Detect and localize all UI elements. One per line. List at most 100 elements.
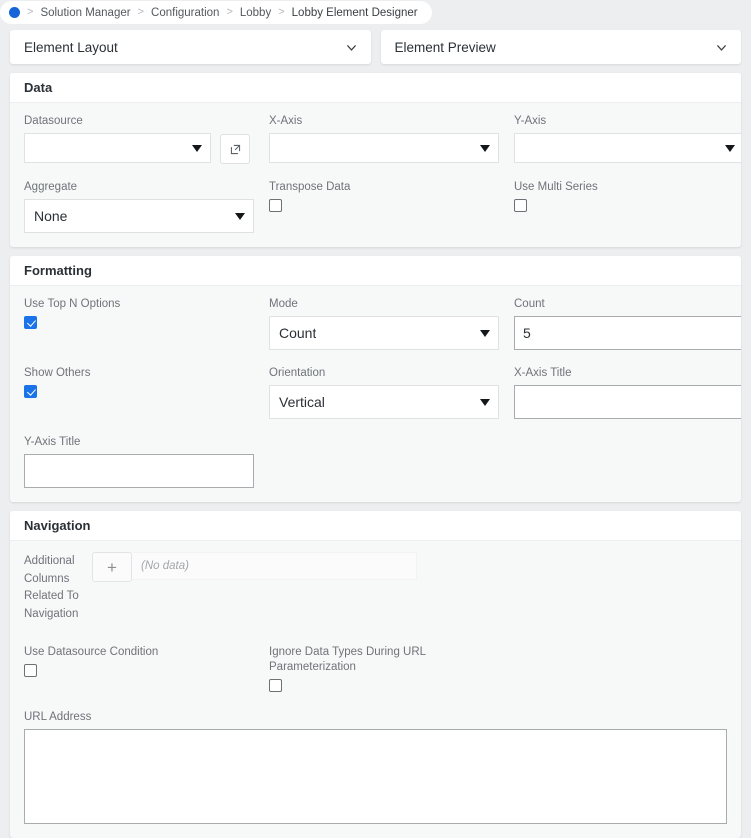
panel-header-row: Element Layout Element Preview [0, 24, 751, 64]
aggregate-select[interactable]: None [24, 199, 254, 233]
aggregate-value: None [34, 208, 67, 224]
chevron-down-icon [715, 41, 728, 54]
x-axis-select[interactable] [269, 133, 499, 163]
data-row-2: Aggregate None Transpose Data Use Multi … [24, 180, 727, 233]
formatting-row-1: Use Top N Options Mode Count Count 5 [24, 297, 727, 350]
aggregate-field: Aggregate None [24, 180, 254, 233]
show-others-field: Show Others [24, 366, 254, 419]
data-card-header: Data [10, 73, 741, 103]
chevron-down-icon [192, 145, 202, 152]
use-multi-series-field: Use Multi Series [514, 180, 741, 233]
data-card-title: Data [24, 80, 52, 95]
use-multi-series-label: Use Multi Series [514, 180, 741, 195]
transpose-data-label: Transpose Data [269, 180, 499, 195]
y-axis-select[interactable] [514, 133, 741, 163]
panel-element-preview-title: Element Preview [395, 40, 496, 55]
url-address-textarea[interactable] [24, 729, 727, 824]
use-top-n-field: Use Top N Options [24, 297, 254, 350]
formatting-card: Formatting Use Top N Options Mode Count … [10, 256, 741, 502]
datasource-label: Datasource [24, 114, 254, 129]
data-card: Data Datasource [10, 73, 741, 247]
formatting-row-2: Show Others Orientation Vertical X-Axis … [24, 366, 727, 419]
data-card-body: Datasource X-Axis [10, 103, 741, 247]
use-datasource-condition-label: Use Datasource Condition [24, 645, 254, 660]
panel-element-layout-title: Element Layout [24, 40, 118, 55]
use-top-n-checkbox[interactable] [24, 316, 37, 329]
chevron-down-icon [235, 213, 245, 220]
panel-element-layout[interactable]: Element Layout [10, 30, 371, 64]
y-axis-title-input[interactable] [24, 454, 254, 488]
breadcrumb-item-lobby[interactable]: Lobby [240, 7, 271, 19]
aggregate-label: Aggregate [24, 180, 254, 195]
navigation-spacer [514, 645, 741, 692]
orientation-value: Vertical [279, 394, 325, 410]
additional-columns-label: Additional Columns Related To Navigation [24, 552, 86, 623]
url-address-field: URL Address [24, 710, 727, 824]
show-others-label: Show Others [24, 366, 254, 381]
breadcrumb-bar: > Solution Manager > Configuration > Lob… [0, 0, 751, 24]
orientation-label: Orientation [269, 366, 499, 381]
additional-columns-field: Additional Columns Related To Navigation… [24, 552, 727, 623]
formatting-card-title: Formatting [24, 263, 92, 278]
breadcrumb-separator: > [226, 7, 232, 18]
use-datasource-condition-checkbox[interactable] [24, 664, 37, 677]
navigation-card-body: Additional Columns Related To Navigation… [10, 541, 741, 838]
y-axis-label: Y-Axis [514, 114, 741, 129]
ignore-data-types-checkbox[interactable] [269, 679, 282, 692]
panel-element-preview[interactable]: Element Preview [381, 30, 742, 64]
navigation-card-title: Navigation [24, 518, 90, 533]
navigation-card-header: Navigation [10, 511, 741, 541]
additional-columns-empty: (No data) [132, 552, 417, 580]
breadcrumb-separator: > [138, 7, 144, 18]
url-address-label: URL Address [24, 710, 727, 725]
y-axis-field: Y-Axis [514, 114, 741, 164]
chevron-down-icon [345, 41, 358, 54]
x-axis-title-input[interactable] [514, 385, 741, 419]
x-axis-title-field: X-Axis Title [514, 366, 741, 419]
breadcrumb-item-solution-manager[interactable]: Solution Manager [40, 7, 130, 19]
chevron-down-icon [480, 330, 490, 337]
show-others-checkbox[interactable] [24, 385, 37, 398]
count-field: Count 5 [514, 297, 741, 350]
y-axis-title-field: Y-Axis Title [24, 435, 254, 488]
breadcrumb-separator: > [278, 7, 284, 18]
add-column-button[interactable]: + [92, 552, 132, 582]
mode-field: Mode Count [269, 297, 499, 350]
mode-select[interactable]: Count [269, 316, 499, 350]
breadcrumb-item-lobby-element-designer[interactable]: Lobby Element Designer [292, 7, 418, 19]
ignore-data-types-field: Ignore Data Types During URL Parameteriz… [269, 645, 499, 692]
use-datasource-condition-field: Use Datasource Condition [24, 645, 254, 692]
use-top-n-label: Use Top N Options [24, 297, 254, 312]
mode-label: Mode [269, 297, 499, 312]
open-datasource-button[interactable] [220, 134, 250, 164]
chevron-down-icon [725, 145, 735, 152]
data-row-1: Datasource X-Axis [24, 114, 727, 164]
datasource-select[interactable] [24, 133, 211, 163]
breadcrumb-item-configuration[interactable]: Configuration [151, 7, 219, 19]
count-value: 5 [523, 325, 531, 341]
transpose-data-field: Transpose Data [269, 180, 499, 233]
breadcrumb: > Solution Manager > Configuration > Lob… [0, 1, 432, 24]
x-axis-field: X-Axis [269, 114, 499, 164]
ignore-data-types-label: Ignore Data Types During URL Parameteriz… [269, 645, 434, 675]
chevron-down-icon [480, 145, 490, 152]
datasource-field: Datasource [24, 114, 254, 164]
transpose-data-checkbox[interactable] [269, 199, 282, 212]
formatting-card-header: Formatting [10, 256, 741, 286]
navigation-card: Navigation Additional Columns Related To… [10, 511, 741, 838]
external-link-icon [229, 143, 242, 156]
app-dot-icon [9, 7, 20, 18]
x-axis-label: X-Axis [269, 114, 499, 129]
chevron-down-icon [480, 399, 490, 406]
use-multi-series-checkbox[interactable] [514, 199, 527, 212]
mode-value: Count [279, 325, 316, 341]
count-input[interactable]: 5 [514, 316, 741, 350]
orientation-field: Orientation Vertical [269, 366, 499, 419]
breadcrumb-separator: > [27, 7, 33, 18]
navigation-row-checkboxes: Use Datasource Condition Ignore Data Typ… [24, 645, 727, 692]
y-axis-title-label: Y-Axis Title [24, 435, 254, 450]
count-label: Count [514, 297, 741, 312]
orientation-select[interactable]: Vertical [269, 385, 499, 419]
formatting-row-3: Y-Axis Title [24, 435, 727, 488]
x-axis-title-label: X-Axis Title [514, 366, 741, 381]
